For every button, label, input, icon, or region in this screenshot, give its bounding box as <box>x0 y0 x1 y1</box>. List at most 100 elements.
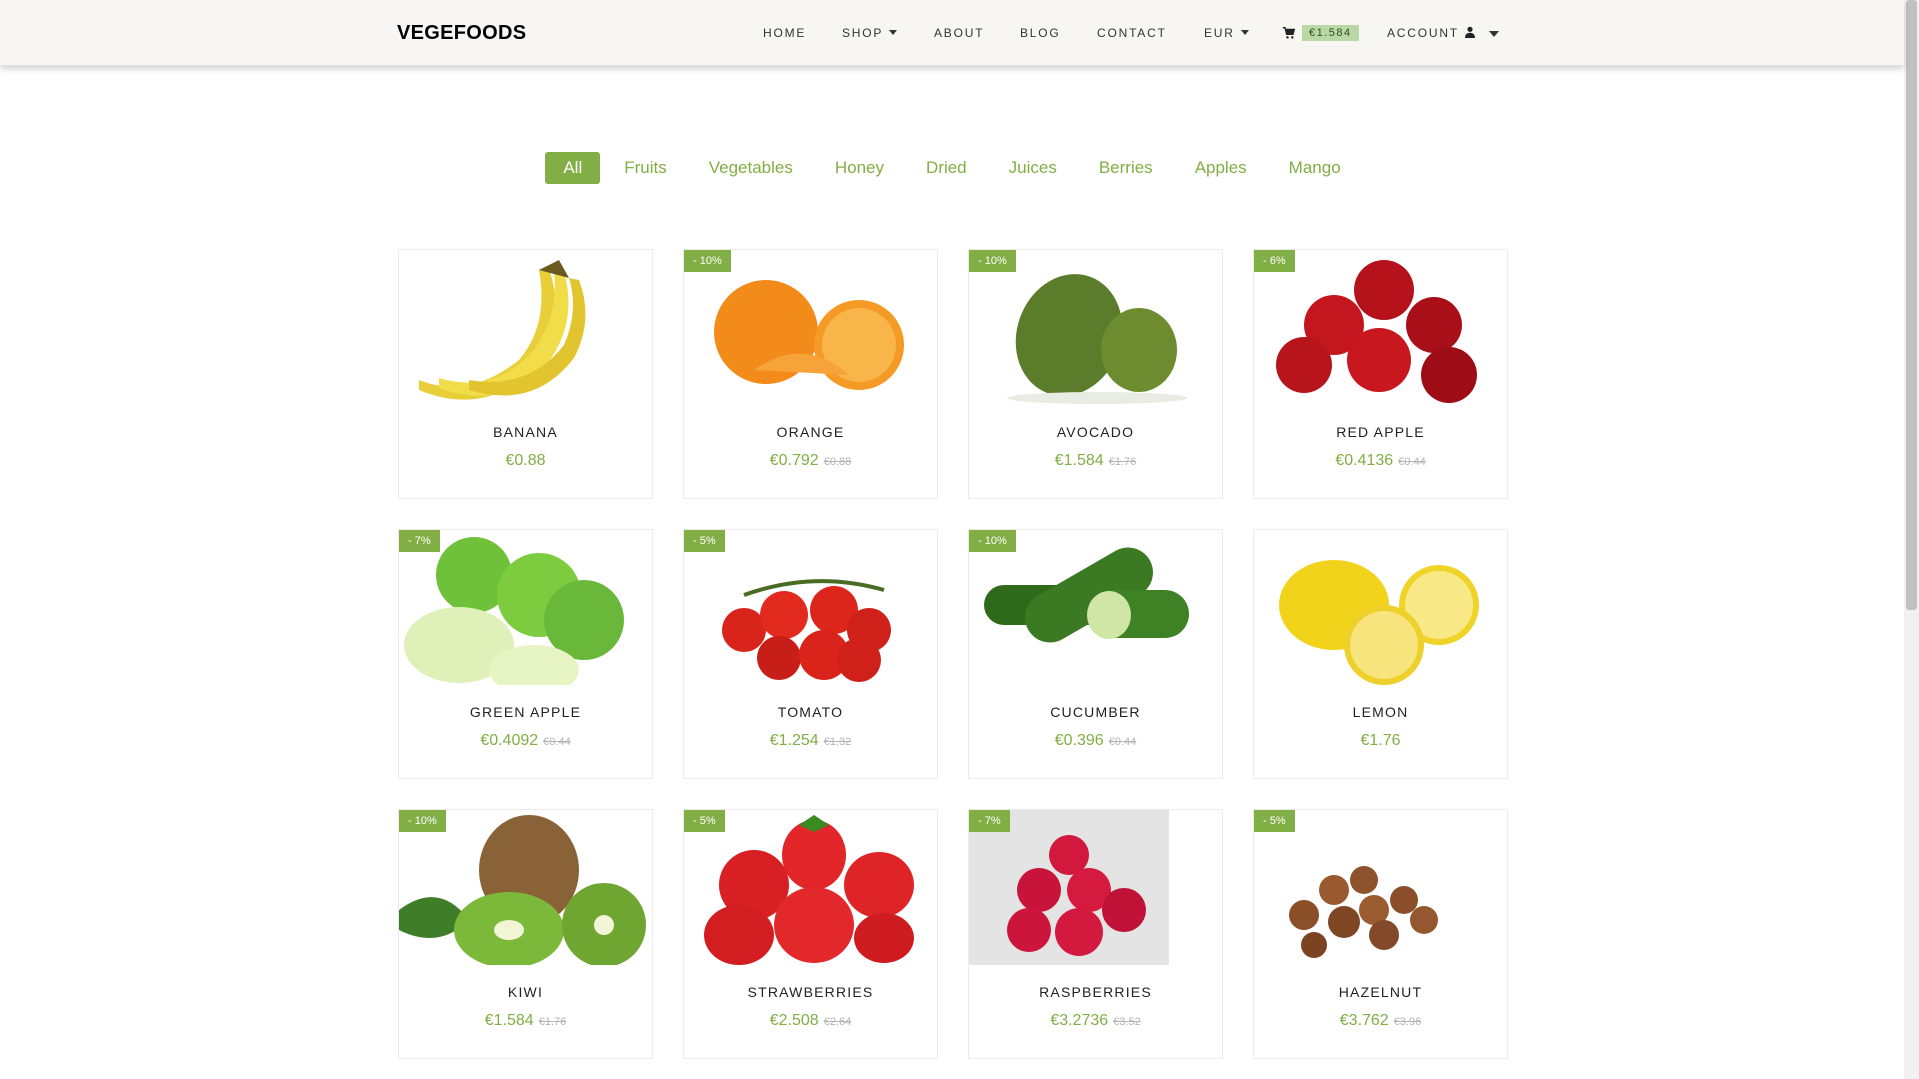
nav-blog[interactable]: BLOG <box>1020 26 1061 40</box>
discount-badge: - 7% <box>399 530 440 552</box>
account-dropdown-toggle[interactable] <box>1489 31 1499 37</box>
product-old-price: €1.32 <box>823 736 852 748</box>
nav-shop-label: SHOP <box>842 26 884 40</box>
discount-badge: - 7% <box>969 810 1010 832</box>
product-card-hazelnut[interactable]: - 5% HAZELNUT €3.762 €3.96 <box>1253 809 1508 1059</box>
product-card-green-apple[interactable]: - 7% GREEN APPLE €0.4092 €0.44 <box>398 529 653 779</box>
product-image-tomato[interactable] <box>684 530 937 685</box>
product-price-line: €0.4136 €0.44 <box>1254 452 1507 470</box>
product-image-red-apple[interactable] <box>1254 250 1507 405</box>
account-menu[interactable]: ACCOUNT <box>1387 26 1476 40</box>
product-old-price: €3.96 <box>1393 1016 1422 1028</box>
filter-juices[interactable]: Juices <box>991 152 1075 184</box>
product-price: €1.254 <box>769 732 819 749</box>
discount-badge: - 10% <box>684 250 731 272</box>
cart-button[interactable]: €1.584 <box>1282 24 1359 42</box>
product-price: €2.508 <box>769 1012 819 1029</box>
product-card-lemon[interactable]: LEMON €1.76 <box>1253 529 1508 779</box>
cart-total-badge: €1.584 <box>1302 25 1359 41</box>
strawberries-image <box>704 815 914 965</box>
product-card-tomato[interactable]: - 5% TOMATO €1.254 €1.32 <box>683 529 938 779</box>
product-price-line: €3.2736 €3.52 <box>969 1012 1222 1030</box>
currency-label: EUR <box>1204 26 1235 40</box>
product-card-raspberries[interactable]: - 7% RASPBERRIES €3.2736 €3.52 <box>968 809 1223 1059</box>
product-name[interactable]: ORANGE <box>684 424 937 440</box>
product-name[interactable]: BANANA <box>399 424 652 440</box>
product-price: €3.762 <box>1339 1012 1389 1029</box>
product-price: €0.4136 <box>1335 452 1394 469</box>
product-name[interactable]: LEMON <box>1254 704 1507 720</box>
product-name[interactable]: RED APPLE <box>1254 424 1507 440</box>
product-image-strawberries[interactable] <box>684 810 937 965</box>
tomato-image <box>722 579 891 682</box>
product-card-avocado[interactable]: - 10% AVOCADO €1.584 €1.76 <box>968 249 1223 499</box>
filter-mango[interactable]: Mango <box>1271 152 1359 184</box>
product-old-price: €0.44 <box>1108 736 1137 748</box>
product-old-price: €1.76 <box>538 1016 567 1028</box>
product-price: €1.584 <box>484 1012 534 1029</box>
nav-about[interactable]: ABOUT <box>934 26 984 40</box>
product-card-orange[interactable]: - 10% ORANGE €0.792 €0.88 <box>683 249 938 499</box>
filter-all[interactable]: All <box>545 152 601 184</box>
product-name[interactable]: GREEN APPLE <box>399 704 652 720</box>
product-price: €1.76 <box>1360 732 1401 749</box>
chevron-down-icon <box>889 30 898 35</box>
product-image-green-apple[interactable] <box>399 530 652 685</box>
banana-image <box>419 260 586 400</box>
product-name[interactable]: RASPBERRIES <box>969 984 1222 1000</box>
product-price: €0.4092 <box>480 732 539 749</box>
brand-logo[interactable]: VEGEFOODS <box>397 22 526 45</box>
product-price: €0.396 <box>1054 732 1104 749</box>
filter-fruits[interactable]: Fruits <box>606 152 685 184</box>
product-image-avocado[interactable] <box>969 250 1222 405</box>
product-name[interactable]: TOMATO <box>684 704 937 720</box>
product-name[interactable]: KIWI <box>399 984 652 1000</box>
product-image-banana[interactable] <box>399 250 652 405</box>
raspberries-image <box>969 810 1222 965</box>
orange-image <box>714 280 904 390</box>
discount-badge: - 5% <box>684 530 725 552</box>
product-name[interactable]: AVOCADO <box>969 424 1222 440</box>
filter-vegetables[interactable]: Vegetables <box>691 152 811 184</box>
product-price-line: €1.76 <box>1254 732 1507 750</box>
product-price-line: €0.4092 €0.44 <box>399 732 652 750</box>
filter-berries[interactable]: Berries <box>1081 152 1171 184</box>
hazelnut-image <box>1289 866 1438 958</box>
nav-home[interactable]: HOME <box>763 26 806 40</box>
product-name[interactable]: HAZELNUT <box>1254 984 1507 1000</box>
product-price: €1.584 <box>1054 452 1104 469</box>
product-name[interactable]: CUCUMBER <box>969 704 1222 720</box>
product-image-orange[interactable] <box>684 250 937 405</box>
discount-badge: - 5% <box>1254 810 1295 832</box>
green-apple-image <box>404 537 624 685</box>
discount-badge: - 10% <box>969 250 1016 272</box>
product-card-strawberries[interactable]: - 5% STRAWBERRIES €2.508 €2.64 <box>683 809 938 1059</box>
product-name[interactable]: STRAWBERRIES <box>684 984 937 1000</box>
discount-badge: - 10% <box>969 530 1016 552</box>
product-card-banana[interactable]: BANANA €0.88 <box>398 249 653 499</box>
product-card-cucumber[interactable]: - 10% CUCUMBER €0.396 €0.44 <box>968 529 1223 779</box>
filter-dried[interactable]: Dried <box>908 152 985 184</box>
currency-selector[interactable]: EUR <box>1204 26 1249 40</box>
nav-contact[interactable]: CONTACT <box>1097 26 1167 40</box>
nav-shop[interactable]: SHOP <box>842 26 898 40</box>
product-old-price: €0.88 <box>823 456 852 468</box>
top-navbar: VEGEFOODS HOME SHOP ABOUT BLOG CONTACT E… <box>0 0 1904 66</box>
product-image-cucumber[interactable] <box>969 530 1222 685</box>
user-icon <box>1464 26 1475 38</box>
product-price-line: €1.254 €1.32 <box>684 732 937 750</box>
product-image-raspberries[interactable] <box>969 810 1222 965</box>
cart-icon <box>1282 27 1296 39</box>
scrollbar-thumb[interactable] <box>1906 0 1917 610</box>
product-card-kiwi[interactable]: - 10% KIWI €1.584 €1.76 <box>398 809 653 1059</box>
product-price: €0.792 <box>769 452 819 469</box>
filter-apples[interactable]: Apples <box>1177 152 1265 184</box>
product-card-red-apple[interactable]: - 6% RED APPLE €0.4136 €0.44 <box>1253 249 1508 499</box>
product-image-hazelnut[interactable] <box>1254 810 1507 965</box>
product-price-line: €0.792 €0.88 <box>684 452 937 470</box>
product-image-kiwi[interactable] <box>399 810 652 965</box>
filter-honey[interactable]: Honey <box>817 152 902 184</box>
product-price-line: €0.88 <box>399 452 652 470</box>
product-image-lemon[interactable] <box>1254 530 1507 685</box>
product-price-line: €1.584 €1.76 <box>399 1012 652 1030</box>
